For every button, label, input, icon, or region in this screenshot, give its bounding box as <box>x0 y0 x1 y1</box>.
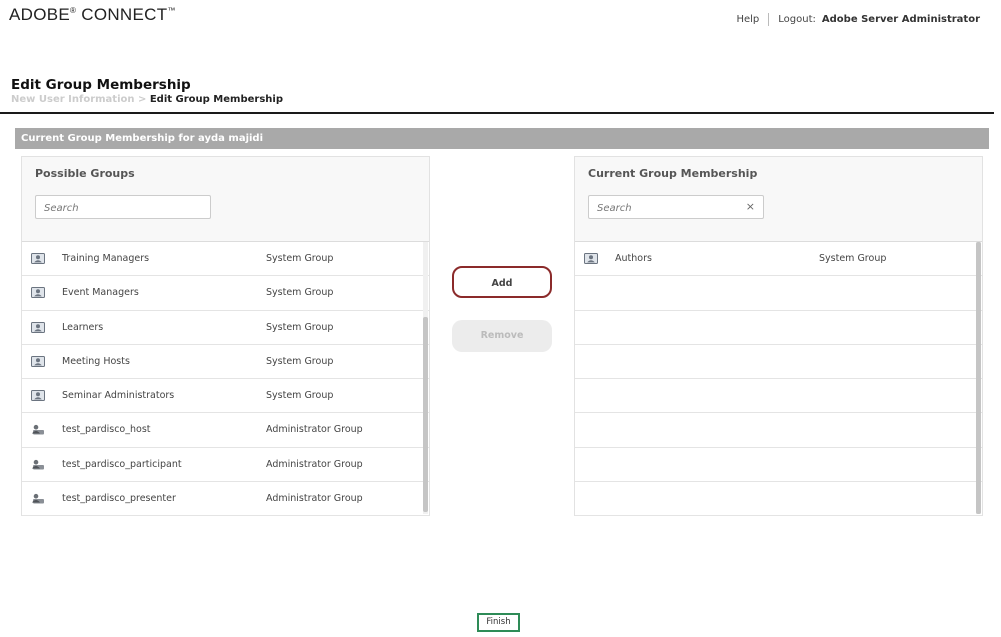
possible-group-row[interactable]: test_pardisco_participant Administrator G… <box>22 448 429 483</box>
possible-group-row-name: test_pardisco_host <box>62 424 151 436</box>
administrator-group-icon <box>31 459 45 470</box>
current-group-empty-row <box>575 413 982 448</box>
possible-group-row-name: Seminar Administrators <box>62 390 175 402</box>
current-group-empty-row <box>575 276 982 311</box>
current-membership-search: × <box>588 195 764 220</box>
breadcrumb-separator: > <box>134 94 150 105</box>
logo-brand: ADOBE <box>9 5 71 24</box>
system-group-icon <box>31 355 45 367</box>
section-header: Current Group Membership for ayda majidi <box>15 128 989 149</box>
possible-group-row-type: System Group <box>266 355 334 367</box>
finish-button[interactable]: Finish <box>477 613 520 632</box>
possible-group-row[interactable]: Event Managers System Group <box>22 276 429 311</box>
administrator-group-icon <box>31 424 45 435</box>
possible-group-row-type: System Group <box>266 253 334 264</box>
current-group-empty-row <box>575 345 982 380</box>
logged-in-user: Adobe Server Administrator <box>821 14 980 25</box>
registered-mark: ® <box>70 6 77 15</box>
page-title: Edit Group Membership <box>11 77 191 93</box>
logo-product: CONNECT <box>76 5 168 24</box>
possible-group-row-type: Administrator Group <box>266 424 363 436</box>
system-group-icon <box>31 321 45 333</box>
breadcrumb-new-user-information[interactable]: New User Information <box>11 94 135 105</box>
possible-group-row-type: System Group <box>266 321 334 333</box>
current-group-empty-row <box>575 448 982 483</box>
trademark-mark: ™ <box>167 6 176 15</box>
possible-groups-list: Training Managers System Group Event Manag… <box>22 242 429 517</box>
current-group-empty-row <box>575 311 982 345</box>
possible-group-row[interactable]: Training Managers System Group <box>22 242 429 277</box>
system-group-icon <box>31 287 45 299</box>
possible-group-row-name: Event Managers <box>62 287 139 299</box>
possible-group-row-name: Meeting Hosts <box>62 355 130 367</box>
current-membership-header: Current Group Membership × <box>575 157 982 242</box>
possible-group-row[interactable]: test_pardisco_host Administrator Group <box>22 413 429 448</box>
possible-groups-panel: Possible Groups Training Managers System … <box>21 156 430 517</box>
possible-group-row[interactable]: test_pardisco_presenter Administrator Gro… <box>22 482 429 517</box>
possible-groups-search-input[interactable] <box>36 197 210 220</box>
possible-group-row[interactable]: Meeting Hosts System Group <box>22 345 429 380</box>
current-membership-panel: Current Group Membership × Authors System… <box>574 156 983 517</box>
current-group-row-name: Authors <box>615 253 652 264</box>
possible-group-row-type: System Group <box>266 390 334 402</box>
possible-groups-header: Possible Groups <box>22 157 429 242</box>
possible-group-row[interactable]: Learners System Group <box>22 311 429 345</box>
current-group-row[interactable]: Authors System Group <box>575 242 982 277</box>
current-group-empty-row <box>575 482 982 517</box>
possible-group-row-type: Administrator Group <box>266 493 363 505</box>
possible-group-row-name: test_pardisco_participant <box>62 458 182 470</box>
current-group-empty-row <box>575 379 982 414</box>
current-membership-search-input[interactable] <box>589 197 763 220</box>
add-button[interactable]: Add <box>452 266 552 298</box>
nav-divider <box>768 13 770 26</box>
help-link[interactable]: Help <box>736 14 759 25</box>
possible-group-row-type: System Group <box>266 287 334 299</box>
possible-group-row-type: Administrator Group <box>266 458 363 470</box>
adobe-connect-logo: ADOBE® CONNECT™ <box>9 5 176 25</box>
current-group-row-type: System Group <box>819 253 887 264</box>
remove-button[interactable]: Remove <box>452 320 552 352</box>
header-divider <box>0 112 994 114</box>
system-group-icon <box>31 390 45 402</box>
logout-link[interactable]: Logout: <box>778 14 816 25</box>
system-group-icon <box>31 253 45 264</box>
clear-search-icon[interactable]: × <box>746 200 755 213</box>
possible-group-row-name: Learners <box>62 321 104 333</box>
possible-group-row-name: Training Managers <box>62 253 150 264</box>
system-group-icon <box>584 253 598 264</box>
current-membership-title: Current Group Membership <box>588 167 758 180</box>
top-navigation: Help Logout: Adobe Server Administrator <box>736 13 980 26</box>
possible-group-row[interactable]: Seminar Administrators System Group <box>22 379 429 414</box>
possible-groups-search <box>35 195 211 220</box>
possible-groups-scrollbar-thumb[interactable] <box>423 317 428 512</box>
breadcrumb-current: Edit Group Membership <box>149 94 283 105</box>
current-membership-list: Authors System Group <box>575 242 982 517</box>
breadcrumb: New User Information > Edit Group Member… <box>11 94 283 105</box>
possible-group-row-name: test_pardisco_presenter <box>62 493 176 505</box>
administrator-group-icon <box>31 493 45 504</box>
possible-groups-title: Possible Groups <box>35 167 135 180</box>
current-membership-scrollbar-thumb[interactable] <box>976 242 981 514</box>
